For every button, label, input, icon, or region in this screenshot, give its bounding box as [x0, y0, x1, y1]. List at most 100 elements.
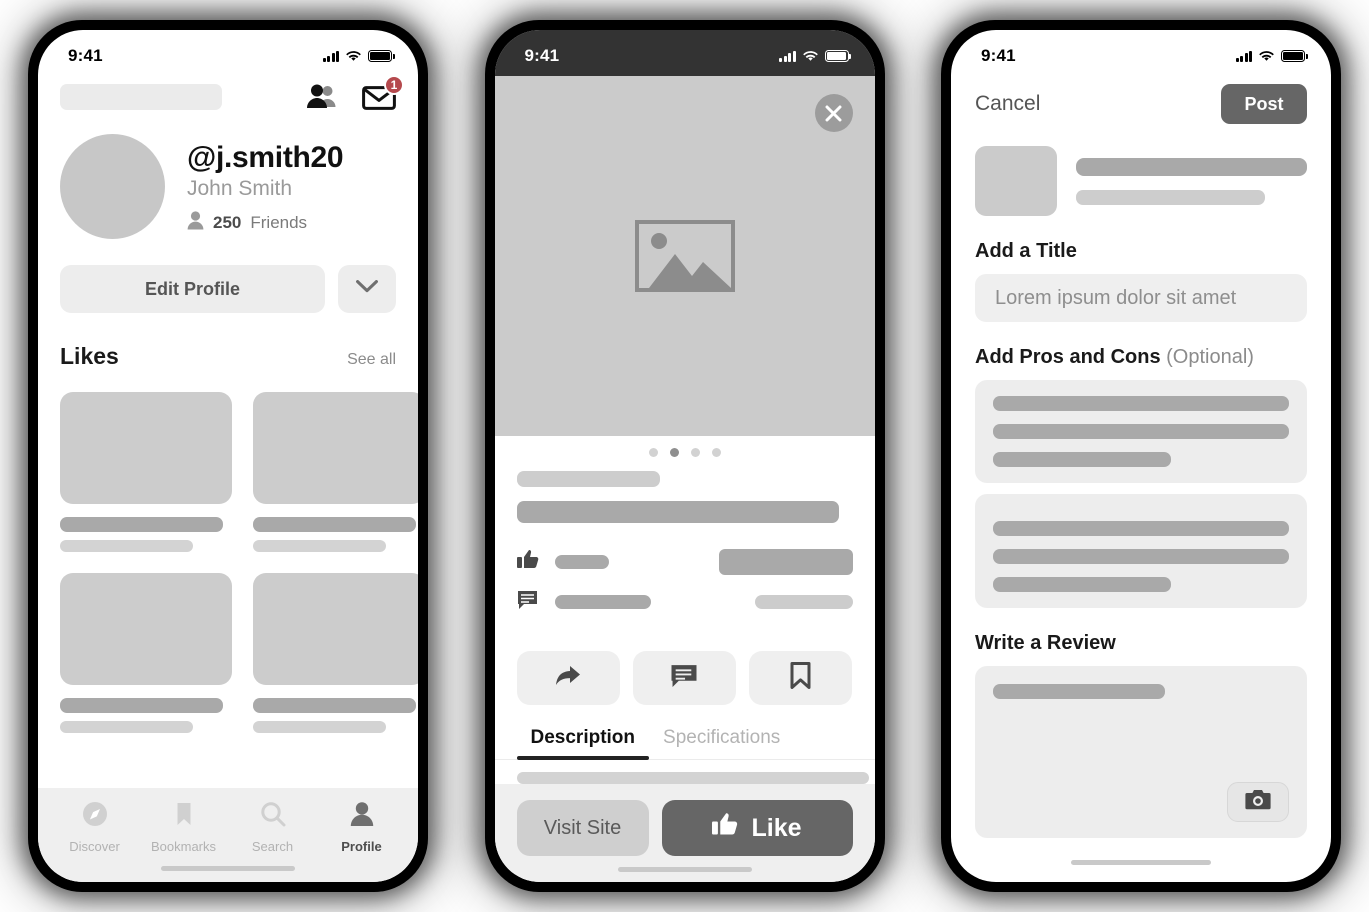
item-name-placeholder [1076, 157, 1307, 176]
share-button[interactable] [516, 651, 620, 705]
compose-header: Cancel Post [975, 76, 1307, 124]
compass-icon [81, 800, 109, 833]
like-subtitle-placeholder [253, 721, 386, 733]
wifi-icon [802, 50, 818, 62]
status-icons [779, 50, 852, 62]
item-text-placeholders [1076, 157, 1307, 205]
compose-item-preview [975, 124, 1307, 216]
friends-count: 250 [213, 212, 242, 232]
like-thumbnail [60, 392, 232, 504]
camera-icon [1245, 789, 1271, 815]
like-subtitle-placeholder [60, 540, 193, 552]
carousel-dot[interactable] [648, 448, 658, 457]
tab-bookmarks[interactable]: Bookmarks [140, 800, 228, 854]
battery-icon [824, 50, 852, 62]
cons-line-placeholder [993, 549, 1289, 564]
description-line-placeholder [516, 772, 869, 784]
comment-button[interactable] [632, 651, 737, 705]
list-item[interactable] [60, 392, 232, 552]
product-footer: Visit Site Like [494, 784, 875, 856]
signal-icon [779, 50, 796, 62]
profile-meta: @j.smith20 John Smith 250 Friends [187, 139, 344, 235]
carousel-dot-active[interactable] [669, 448, 679, 457]
like-button[interactable]: Like [661, 800, 853, 856]
camera-button[interactable] [1227, 782, 1289, 822]
profile-more-button[interactable] [338, 265, 396, 313]
comment-icon [517, 589, 539, 615]
bottom-tab-bar: Discover Bookmarks Search Profile [38, 788, 418, 854]
pros-line-placeholder [993, 396, 1289, 411]
tab-discover[interactable]: Discover [51, 800, 139, 854]
likes-section-header: Likes See all [38, 313, 418, 370]
product-title-placeholder [516, 501, 839, 523]
likes-row [60, 573, 418, 733]
list-item[interactable] [60, 573, 232, 733]
like-thumbnail [253, 392, 418, 504]
likes-see-all-link[interactable]: See all [347, 351, 396, 369]
title-field-label: Add a Title [975, 240, 1077, 262]
title-input[interactable]: Lorem ipsum dolor sit amet [975, 274, 1307, 322]
friends-count-row: 250 Friends [187, 210, 343, 235]
tab-specifications[interactable]: Specifications [649, 727, 794, 759]
status-icons [322, 50, 395, 62]
carousel-dots [495, 436, 875, 457]
profile-header: @j.smith20 John Smith 250 Friends [38, 110, 418, 239]
status-bar: 9:41 [951, 30, 1331, 76]
comments-stat-row [517, 589, 853, 615]
likes-grid[interactable] [38, 370, 418, 733]
home-indicator[interactable] [975, 842, 1307, 882]
like-title-placeholder [60, 698, 223, 713]
list-item[interactable] [253, 573, 418, 733]
product-image-hero [494, 76, 875, 436]
people-icon[interactable] [306, 84, 340, 110]
bookmark-icon [170, 800, 198, 833]
bookmark-button[interactable] [749, 651, 853, 705]
tab-search-label: Search [251, 839, 294, 854]
pros-cons-label-main: Add Pros and Cons [975, 346, 1161, 368]
pros-input-card[interactable] [975, 380, 1307, 483]
carousel-dot[interactable] [711, 448, 721, 457]
profile-actions: Edit Profile [38, 239, 418, 313]
wifi-icon [346, 50, 361, 62]
edit-profile-button[interactable]: Edit Profile [60, 265, 325, 313]
visit-site-button[interactable]: Visit Site [516, 800, 649, 856]
likes-count-placeholder [554, 555, 609, 569]
home-indicator[interactable] [494, 856, 875, 882]
compose-review-screen: 9:41 Cancel Post Add a Title Lorem ipsum… [951, 30, 1331, 882]
product-action-buttons [495, 629, 875, 705]
tab-search[interactable]: Search [229, 800, 317, 854]
phone-compose-review: 9:41 Cancel Post Add a Title Lorem ipsum… [941, 20, 1341, 892]
comments-count-placeholder [554, 595, 651, 609]
status-bar: 9:41 [494, 30, 875, 76]
price-placeholder [754, 595, 853, 609]
person-icon [348, 800, 376, 833]
cons-input-card[interactable] [975, 494, 1307, 608]
review-field-label: Write a Review [975, 632, 1116, 654]
status-time: 9:41 [68, 46, 103, 65]
person-icon [187, 210, 204, 235]
thumbs-up-icon [516, 549, 539, 575]
product-stats [495, 523, 875, 629]
list-item[interactable] [253, 392, 418, 552]
search-icon [259, 800, 287, 833]
like-button-label: Like [751, 813, 802, 842]
tab-description[interactable]: Description [516, 727, 650, 760]
like-subtitle-placeholder [253, 540, 386, 552]
profile-body: 1 @j.smith20 John Smith 250 Friends Edit… [38, 76, 418, 882]
post-button[interactable]: Post [1221, 84, 1307, 124]
review-textarea[interactable] [975, 666, 1307, 838]
tab-profile-label: Profile [341, 839, 382, 854]
tab-profile[interactable]: Profile [318, 800, 406, 854]
cancel-button[interactable]: Cancel [975, 92, 1040, 116]
review-line-placeholder [993, 684, 1165, 699]
phone-product-detail: 9:41 Description Specifications Visit Si… [484, 20, 885, 892]
carousel-dot[interactable] [690, 448, 700, 457]
close-icon[interactable] [814, 94, 853, 132]
image-placeholder-icon [634, 220, 735, 292]
envelope-icon[interactable]: 1 [362, 76, 404, 110]
like-subtitle-placeholder [60, 721, 193, 733]
home-indicator[interactable] [38, 854, 418, 882]
product-title-block [495, 457, 875, 523]
battery-icon [368, 50, 395, 62]
pros-cons-label: Add Pros and Cons (Optional) [975, 346, 1307, 369]
